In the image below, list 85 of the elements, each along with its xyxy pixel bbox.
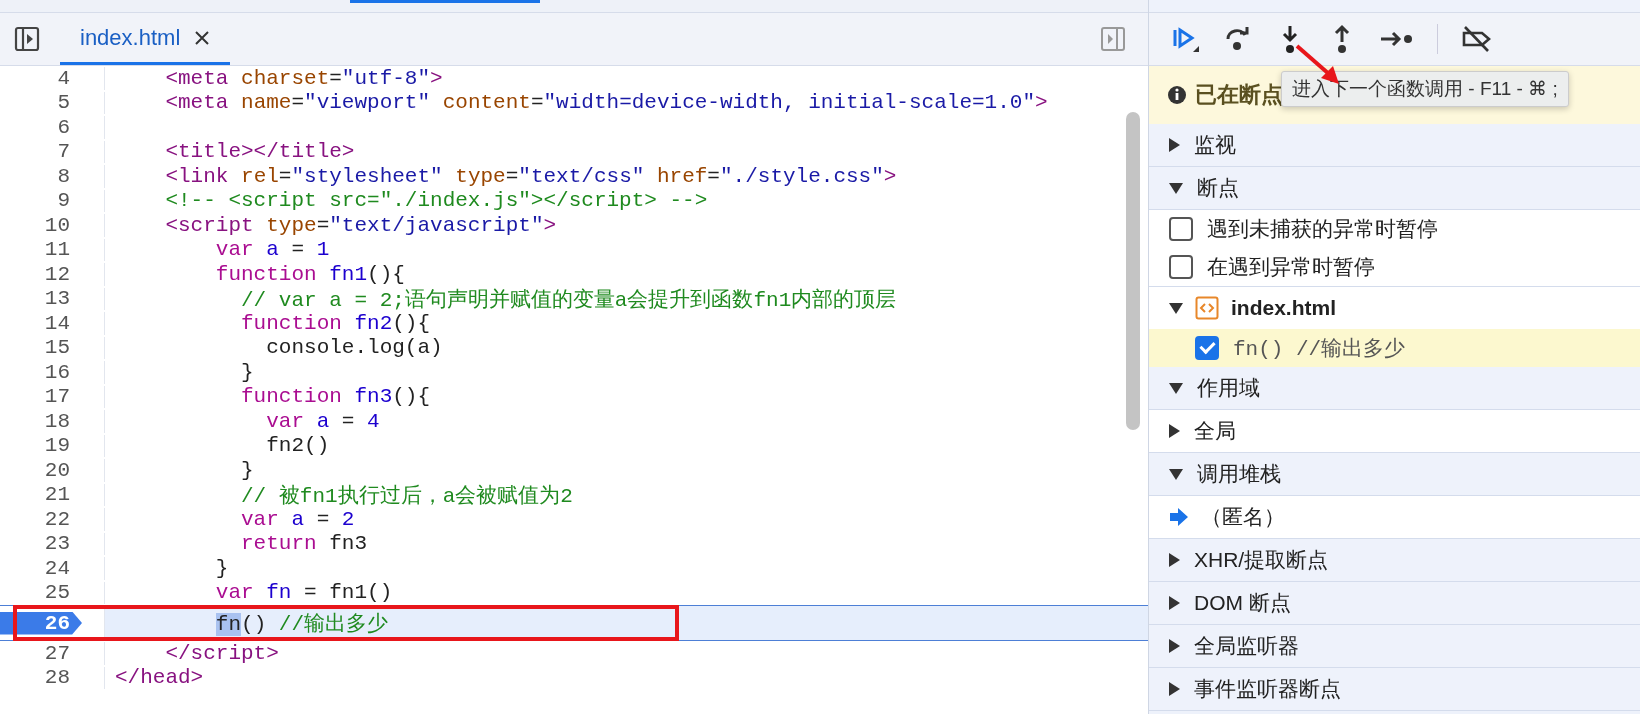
breakpoint-item[interactable]: fn() //输出多少 [1149,329,1640,367]
code-line: <meta charset="utf-8"> [164,66,443,90]
code-line: console.log(a) [265,336,443,360]
code-line: // 被fn1执行过后，a会被赋值为2 [240,483,573,509]
checkbox[interactable] [1195,336,1219,360]
line-number[interactable]: 14 [0,311,70,335]
code-line: // var a = 2;语句声明并赋值的变量a会提升到函数fn1内部的顶层 [240,287,897,313]
triangle-icon[interactable] [1169,382,1183,394]
triangle-icon[interactable] [1169,138,1180,152]
triangle-icon[interactable] [1169,596,1180,610]
code-line: <!-- <script src="./index.js"></script> --> [164,189,708,213]
triangle-icon[interactable] [1169,302,1183,314]
triangle-icon[interactable] [1169,682,1180,696]
info-icon [1167,85,1187,105]
line-number[interactable]: 18 [0,409,70,433]
code-line: fn() //输出多少 [214,611,389,637]
line-number[interactable]: 26 [0,611,82,635]
scope-item[interactable]: 全局 [1194,417,1236,445]
code-line: } [214,556,229,580]
scrollbar-thumb[interactable] [1126,112,1140,430]
code-line: </head> [114,666,204,690]
triangle-icon[interactable] [1169,553,1180,567]
code-line: function fn3(){ [240,385,431,409]
line-number[interactable]: 12 [0,262,70,286]
section-title: 作用域 [1197,375,1260,401]
triangle-icon[interactable] [1169,182,1183,194]
section-title: XHR/提取断点 [1194,547,1329,573]
breakpoint-code: fn() //输出多少 [1233,336,1406,362]
code-line: <script type="text/javascript"> [164,213,557,237]
section-title: 全局监听器 [1194,633,1299,659]
code-line: var a = 1 [214,238,330,262]
section-title: 调用堆栈 [1197,461,1281,487]
checkbox[interactable] [1169,255,1193,279]
code-line: function fn1(){ [214,262,405,286]
line-number[interactable]: 13 [0,287,70,311]
section-title: 断点 [1197,175,1239,201]
code-line: <meta name="viewport" content="width=device-width, initial-scale=1.0"> [164,91,1048,115]
code-line: var a = 4 [265,409,380,433]
close-icon[interactable] [194,29,211,46]
triangle-icon[interactable] [1169,639,1180,653]
line-number[interactable]: 17 [0,385,70,409]
line-number[interactable]: 10 [0,213,70,237]
checkbox-label: 在遇到异常时暂停 [1207,254,1375,280]
file-name[interactable]: index.html [1231,296,1336,320]
line-number[interactable]: 21 [0,483,70,507]
checkbox[interactable] [1169,217,1193,241]
line-number[interactable]: 11 [0,238,70,262]
code-line: return fn3 [240,532,368,556]
code-line: <title></title> [164,140,355,164]
line-number[interactable]: 4 [0,66,70,90]
line-number[interactable]: 22 [0,507,70,531]
line-number[interactable]: 7 [0,140,70,164]
code-line: <link rel="stylesheet" type="text/css" href="./style.css"> [164,164,897,188]
line-number[interactable]: 23 [0,532,70,556]
checkbox-label: 遇到未捕获的异常时暂停 [1207,216,1438,242]
code-line: var fn = fn1() [214,581,393,605]
code-line: </script> [164,641,279,665]
line-number[interactable]: 16 [0,360,70,384]
line-number[interactable]: 28 [0,666,70,690]
line-number[interactable]: 20 [0,458,70,482]
sidebar-toggle-icon[interactable] [14,26,40,52]
section-title: 监视 [1194,132,1236,158]
code-line: } [240,360,254,384]
line-number[interactable]: 25 [0,581,70,605]
line-number[interactable]: 24 [0,556,70,580]
code-line: var a = 2 [240,507,355,531]
line-number[interactable]: 6 [0,115,70,139]
call-frame[interactable]: （匿名） [1201,503,1285,531]
file-tab[interactable]: index.html [60,13,231,65]
paused-message: 已在断点 [1195,81,1283,109]
triangle-icon[interactable] [1169,424,1180,438]
line-number[interactable]: 8 [0,164,70,188]
file-icon [1195,296,1219,320]
section-title: DOM 断点 [1194,590,1291,616]
code-line: } [240,458,254,482]
line-number[interactable]: 5 [0,91,70,115]
line-number[interactable]: 19 [0,434,70,458]
line-number[interactable]: 9 [0,189,70,213]
line-number[interactable]: 27 [0,641,70,665]
section-title: 事件监听器断点 [1194,676,1341,702]
line-number[interactable]: 15 [0,336,70,360]
code-line: fn2() [265,434,330,458]
code-line: function fn2(){ [240,311,431,335]
triangle-icon[interactable] [1169,468,1183,480]
panel-toggle-icon[interactable] [1100,26,1126,52]
